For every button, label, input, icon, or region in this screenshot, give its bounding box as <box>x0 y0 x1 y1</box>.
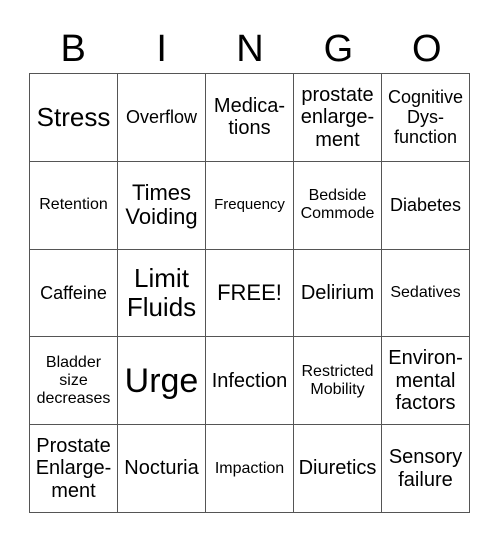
bingo-cell[interactable]: Prostate Enlarge-ment <box>30 425 118 513</box>
header-letter-o: O <box>412 28 442 70</box>
cell-text: FREE! <box>217 279 282 305</box>
bingo-cell[interactable]: Bladder size decreases <box>30 337 118 426</box>
cell-text: Sensory failure <box>388 446 463 491</box>
bingo-header: B I N G O <box>29 26 471 72</box>
bingo-cell[interactable]: Sensory failure <box>382 425 470 513</box>
bingo-cell[interactable]: Urge <box>118 337 206 426</box>
cell-text: Frequency <box>214 195 285 213</box>
cell-text: Times Voiding <box>125 179 198 230</box>
bingo-cell[interactable]: Impaction <box>206 425 294 513</box>
bingo-cell[interactable]: Times Voiding <box>118 161 206 250</box>
cell-text: Nocturia <box>124 457 199 480</box>
cell-text: Stress <box>36 101 111 132</box>
cell-text: Impaction <box>214 459 285 477</box>
header-letter-n: N <box>236 28 264 70</box>
bingo-cell[interactable]: Sedatives <box>382 249 470 338</box>
bingo-cell[interactable]: Restricted Mobility <box>294 337 382 426</box>
cell-text: Urge <box>124 361 199 400</box>
bingo-cell[interactable]: Bedside Commode <box>294 161 382 250</box>
bingo-cell[interactable]: Caffeine <box>30 249 118 338</box>
bingo-cell[interactable]: Retention <box>30 161 118 250</box>
cell-text: Delirium <box>300 281 375 304</box>
cell-text: Prostate Enlarge-ment <box>35 435 112 502</box>
cell-text: Restricted Mobility <box>301 362 374 398</box>
bingo-cell[interactable]: Stress <box>30 74 118 162</box>
bingo-cell[interactable]: Overflow <box>118 74 206 162</box>
bingo-cell[interactable]: Nocturia <box>118 425 206 513</box>
bingo-cell[interactable]: Diabetes <box>382 161 470 250</box>
cell-text: Bladder size decreases <box>36 353 111 407</box>
cell-text: Medica-tions <box>213 95 286 140</box>
cell-text: Diabetes <box>389 195 462 216</box>
cell-text: Infection <box>211 369 288 392</box>
bingo-cell[interactable]: prostate enlarge-ment <box>294 74 382 162</box>
bingo-cell[interactable]: Medica-tions <box>206 74 294 162</box>
bingo-cell[interactable]: Delirium <box>294 249 382 338</box>
bingo-grid: Stress Overflow Medica-tions prostate enl… <box>29 73 470 513</box>
cell-text: Retention <box>39 196 108 214</box>
header-letter-b: B <box>60 28 86 70</box>
free-space[interactable]: FREE! <box>206 249 294 338</box>
cell-text: Diuretics <box>298 457 377 480</box>
cell-text: Overflow <box>125 107 197 128</box>
bingo-cell[interactable]: Environ-mental factors <box>382 337 470 426</box>
cell-text: Caffeine <box>40 282 107 303</box>
cell-text: Limit Fluids <box>126 262 197 322</box>
bingo-cell[interactable]: Cognitive Dys-function <box>382 74 470 162</box>
bingo-cell[interactable]: Diuretics <box>294 425 382 513</box>
cell-text: Cognitive Dys-function <box>387 87 464 148</box>
header-letter-g: G <box>323 28 354 70</box>
cell-text: Bedside Commode <box>300 187 375 223</box>
cell-text: Environ-mental factors <box>388 347 463 414</box>
cell-text: Sedatives <box>390 284 461 302</box>
header-letter-i: I <box>156 28 167 70</box>
bingo-cell[interactable]: Infection <box>206 337 294 426</box>
bingo-cell[interactable]: Limit Fluids <box>118 249 206 338</box>
cell-text: prostate enlarge-ment <box>300 83 375 151</box>
bingo-cell[interactable]: Frequency <box>206 161 294 250</box>
